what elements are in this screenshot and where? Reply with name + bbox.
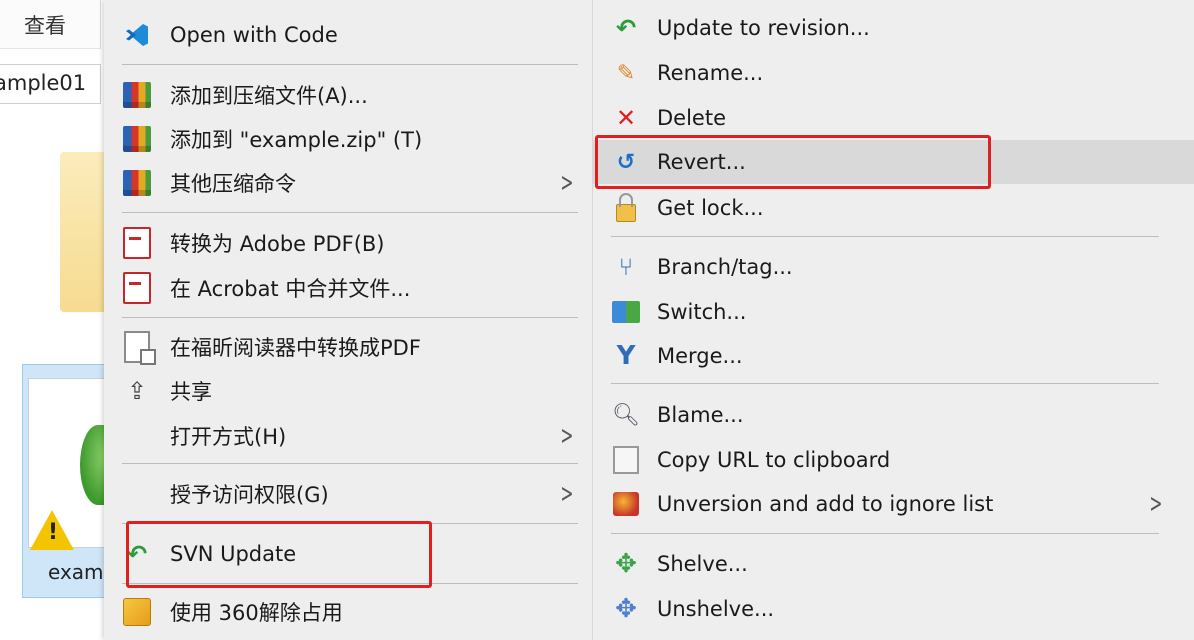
menu-item-label: 共享 (170, 380, 212, 404)
menu-item-grant-access[interactable]: 授予访问权限(G) > (104, 472, 592, 516)
menu-item-get-lock[interactable]: Get lock... (593, 186, 1194, 230)
menu-item-label: Switch... (657, 300, 747, 324)
menu-item-label: 在福昕阅读器中转换成PDF (170, 336, 421, 360)
winrar-icon (122, 80, 152, 110)
pdf-merge-icon (122, 272, 152, 304)
warning-mark: ! (48, 520, 59, 545)
menu-separator (122, 64, 578, 65)
lock-icon (611, 193, 641, 223)
foxit-icon (122, 331, 156, 365)
menu-item-merge[interactable]: Y Merge... (593, 334, 1194, 378)
file-explorer-window: 查看 ample01 ! exam (0, 0, 116, 640)
menu-item-360-unlock[interactable]: 使用 360解除占用 (104, 590, 592, 634)
menu-item-foxit-convert-pdf[interactable]: 在福昕阅读器中转换成PDF (104, 325, 592, 369)
menu-item-unshelve[interactable]: ✥ Unshelve... (593, 587, 1194, 631)
submenu-chevron-icon: > (560, 479, 574, 509)
delete-x-icon: ✕ (615, 104, 637, 132)
menu-item-label: Unshelve... (657, 597, 775, 621)
menu-item-convert-to-pdf[interactable]: 转换为 Adobe PDF(B) (104, 221, 592, 265)
menu-item-add-to-archive[interactable]: 添加到压缩文件(A)... (104, 73, 592, 117)
winrar-icon (122, 168, 152, 198)
menu-item-label: Revert... (657, 150, 746, 174)
menu-separator (122, 463, 578, 464)
menu-item-copy-url[interactable]: Copy URL to clipboard (593, 438, 1194, 482)
menu-item-label: Get lock... (657, 196, 764, 220)
menu-item-label: 其他压缩命令 (170, 172, 296, 196)
menu-item-svn-update[interactable]: ↶ SVN Update (104, 532, 592, 576)
menu-item-label: 使用 360解除占用 (170, 601, 343, 625)
menu-item-other-compress-commands[interactable]: 其他压缩命令 > (104, 161, 592, 205)
blame-icon: 🔍︎ (612, 402, 640, 428)
copy-icon (611, 445, 641, 475)
menu-item-delete[interactable]: ✕ Delete (593, 96, 1194, 140)
menu-separator (611, 236, 1159, 237)
submenu-chevron-icon: > (560, 168, 574, 198)
vscode-icon (122, 20, 152, 50)
menu-separator (122, 317, 578, 318)
context-menu: Open with Code 添加到压缩文件(A)... 添加到 "exampl… (104, 0, 592, 640)
menu-item-label: Branch/tag... (657, 255, 793, 279)
menu-item-unversion-ignore[interactable]: Unversion and add to ignore list > (593, 482, 1194, 526)
file-name-label: exam (48, 560, 104, 584)
share-icon: ⇪ (126, 377, 148, 405)
unversion-icon (611, 489, 641, 519)
folder-icon[interactable] (60, 152, 108, 312)
menu-item-acrobat-merge[interactable]: 在 Acrobat 中合并文件... (104, 266, 592, 310)
menu-separator (122, 523, 578, 524)
ribbon-tab-view[interactable]: 查看 (0, 0, 101, 49)
svn-submenu: ↶ Update to revision... ✎ Rename... ✕ De… (592, 0, 1194, 640)
ribbon-tab-view-label: 查看 (24, 14, 66, 38)
menu-item-update-to-revision[interactable]: ↶ Update to revision... (593, 6, 1194, 50)
branch-icon: ⑂ (618, 253, 634, 281)
menu-item-label: Copy URL to clipboard (657, 448, 891, 472)
menu-item-label: Merge... (657, 344, 743, 368)
merge-icon: Y (616, 341, 636, 371)
menu-separator (122, 212, 578, 213)
submenu-chevron-icon: > (1149, 489, 1163, 519)
menu-item-label: 转换为 Adobe PDF(B) (170, 232, 385, 256)
revert-icon: ↺ (616, 149, 636, 175)
menu-item-label: Update to revision... (657, 16, 870, 40)
menu-item-blame[interactable]: 🔍︎ Blame... (593, 393, 1194, 437)
menu-item-label: Blame... (657, 403, 744, 427)
address-bar[interactable]: ample01 (0, 64, 101, 104)
menu-item-share[interactable]: ⇪ 共享 (104, 369, 592, 413)
submenu-chevron-icon: > (560, 421, 574, 451)
menu-item-label: 添加到压缩文件(A)... (170, 84, 368, 108)
menu-separator (122, 583, 578, 584)
svn-update-icon: ↶ (126, 540, 148, 568)
menu-item-label: Shelve... (657, 552, 748, 576)
menu-item-label: Delete (657, 106, 726, 130)
menu-item-rename[interactable]: ✎ Rename... (593, 51, 1194, 95)
unshelve-icon: ✥ (615, 594, 637, 624)
menu-item-label: 在 Acrobat 中合并文件... (170, 277, 411, 301)
menu-item-open-with[interactable]: 打开方式(H) > (104, 414, 592, 458)
menu-separator (611, 383, 1159, 384)
shelve-icon: ✥ (615, 549, 637, 579)
360-icon (122, 597, 152, 627)
address-bar-text: ample01 (0, 71, 87, 95)
menu-item-switch[interactable]: Switch... (593, 290, 1194, 334)
svn-update-icon: ↶ (615, 14, 637, 42)
switch-icon (611, 297, 641, 327)
menu-item-open-with-code[interactable]: Open with Code (104, 13, 592, 57)
menu-item-branch-tag[interactable]: ⑂ Branch/tag... (593, 245, 1194, 289)
menu-item-label: Unversion and add to ignore list (657, 492, 994, 516)
menu-item-label: Rename... (657, 61, 764, 85)
menu-item-label: 添加到 "example.zip" (T) (170, 128, 423, 152)
menu-separator (611, 533, 1159, 534)
menu-item-label: Open with Code (170, 23, 338, 47)
pdf-icon (122, 227, 152, 259)
menu-item-shelve[interactable]: ✥ Shelve... (593, 542, 1194, 586)
menu-item-add-to-example-zip[interactable]: 添加到 "example.zip" (T) (104, 117, 592, 161)
winrar-icon (122, 124, 152, 154)
menu-item-label: SVN Update (170, 542, 297, 566)
pencil-icon: ✎ (616, 60, 636, 86)
menu-item-revert[interactable]: ↺ Revert... (593, 140, 1194, 184)
menu-item-label: 授予访问权限(G) (170, 483, 329, 507)
menu-item-label: 打开方式(H) (170, 425, 287, 449)
